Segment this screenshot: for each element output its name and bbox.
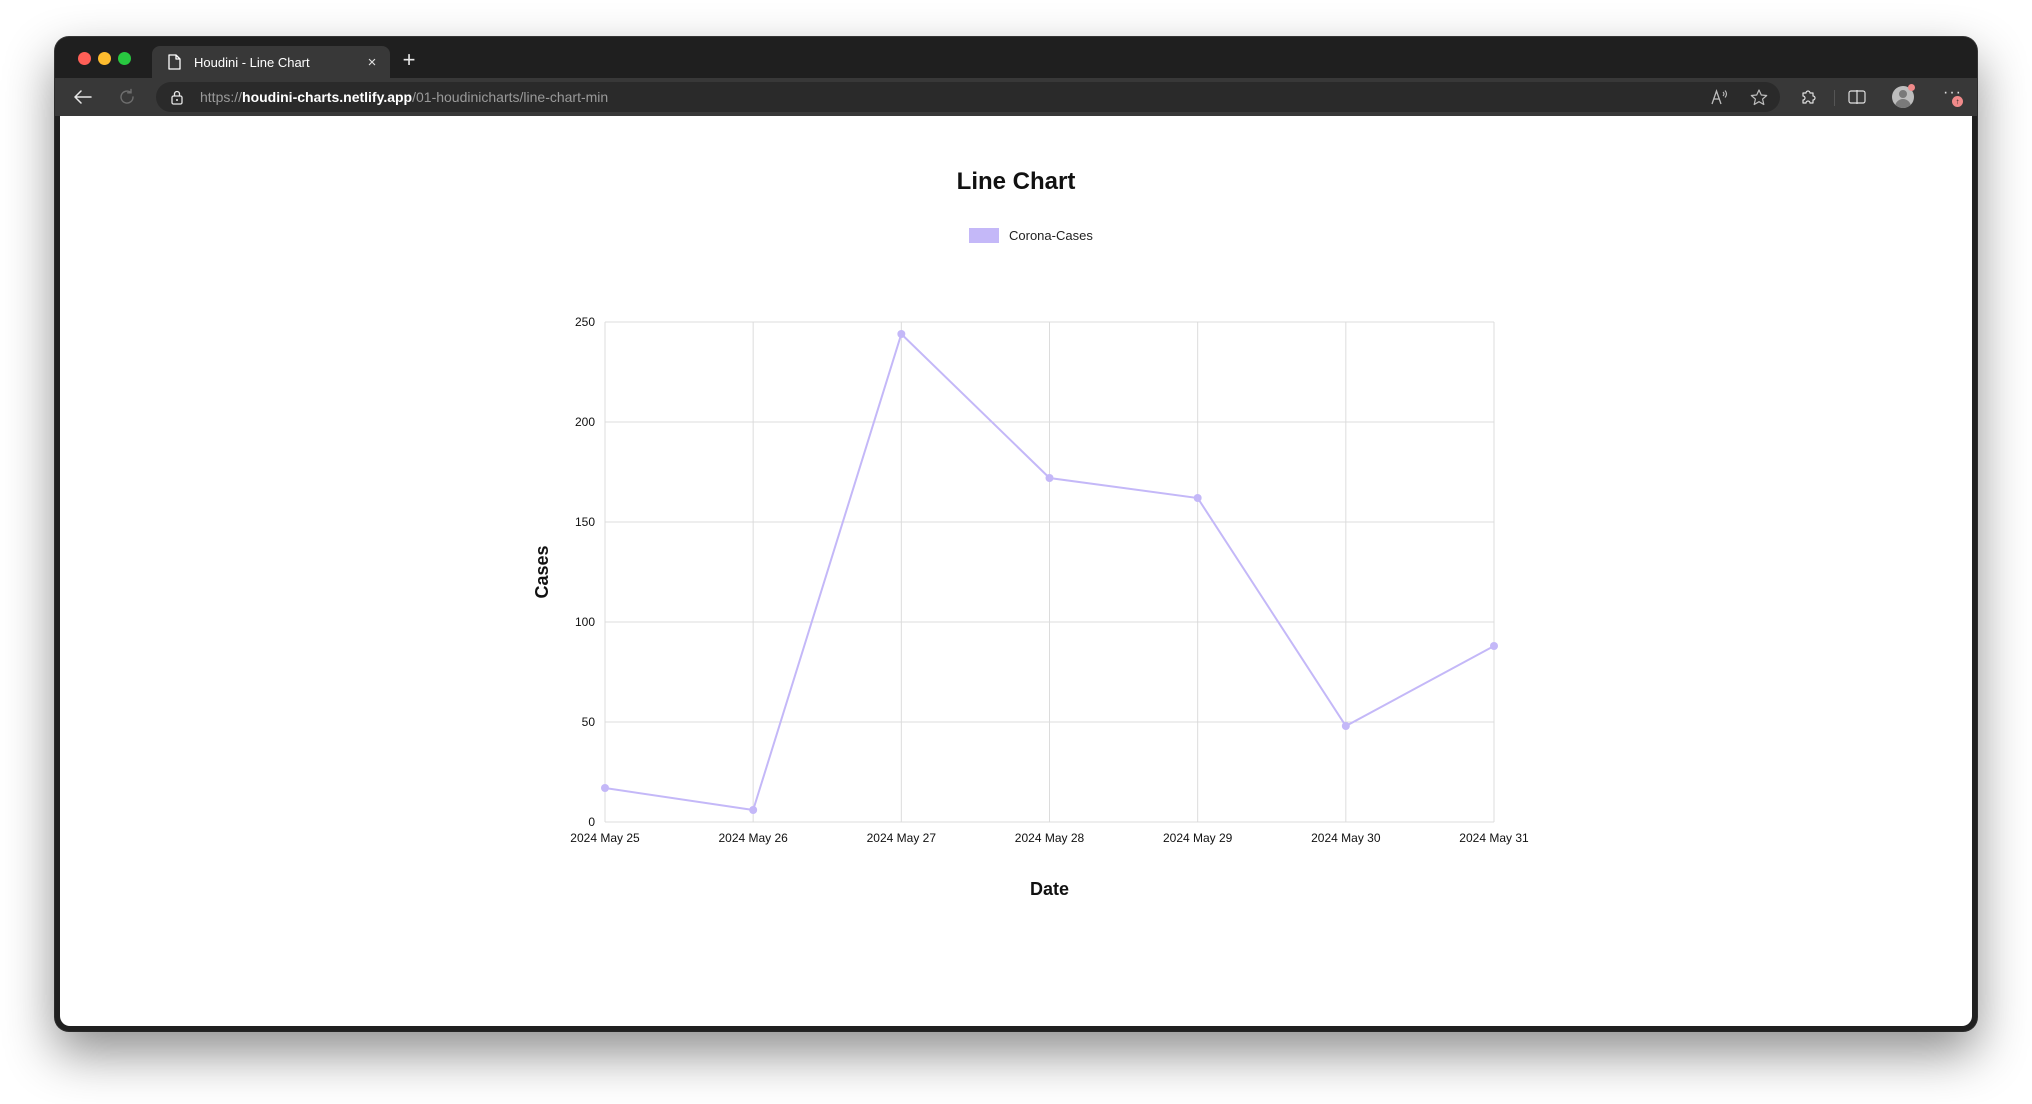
grid-lines: [604, 321, 1495, 823]
new-tab-button[interactable]: +: [397, 49, 421, 73]
browser-window: Houdini - Line Chart × + https://houdini…: [55, 37, 1977, 1031]
y-tick-label: 100: [575, 615, 595, 629]
favorite-star-icon[interactable]: [1748, 87, 1770, 107]
back-icon: [74, 90, 92, 104]
url-scheme: https://: [200, 89, 243, 105]
x-tick-label: 2024 May 27: [867, 831, 937, 845]
update-badge-icon[interactable]: ↑: [1952, 96, 1963, 107]
url-host: houdini-charts.netlify.app: [242, 89, 413, 105]
x-tick-label: 2024 May 26: [718, 831, 788, 845]
data-point[interactable]: [1193, 494, 1202, 502]
y-tick-label: 150: [575, 515, 595, 529]
tab-bar: Houdini - Line Chart × +: [55, 37, 1977, 78]
tab-active[interactable]: Houdini - Line Chart ×: [152, 46, 390, 78]
close-window-button[interactable]: [78, 52, 91, 65]
x-tick-label: 2024 May 31: [1459, 831, 1529, 845]
y-axis-ticks: 0 50 100 150 200 250: [575, 315, 595, 829]
url-text[interactable]: https://houdini-charts.netlify.app/01-ho…: [200, 89, 608, 105]
y-tick-label: 200: [575, 415, 595, 429]
desktop: Houdini - Line Chart × + https://houdini…: [0, 0, 2032, 1104]
extensions-icon[interactable]: [1797, 86, 1821, 108]
maximize-window-button[interactable]: [118, 52, 131, 65]
navigation-toolbar: https://houdini-charts.netlify.app/01-ho…: [55, 78, 1977, 116]
x-tick-label: 2024 May 28: [1015, 831, 1085, 845]
x-tick-label: 2024 May 29: [1163, 831, 1233, 845]
x-tick-label: 2024 May 30: [1311, 831, 1381, 845]
y-tick-label: 250: [575, 315, 595, 329]
document-icon: [166, 53, 182, 71]
url-path: /01-houdinicharts/line-chart-min: [412, 89, 609, 105]
reload-button[interactable]: [113, 84, 141, 110]
y-tick-label: 50: [582, 715, 596, 729]
minimize-window-button[interactable]: [98, 52, 111, 65]
x-axis-ticks: 2024 May 25 2024 May 26 2024 May 27 2024 Ma…: [570, 831, 1529, 845]
back-button[interactable]: [69, 84, 97, 110]
x-axis-title: Date: [1030, 879, 1069, 899]
toolbar-separator: [1834, 90, 1835, 106]
x-tick-label: 2024 May 25: [570, 831, 640, 845]
page-content: Line Chart Corona-Cases 0 50 100 150 200 250 …: [60, 116, 1972, 1026]
profile-notification-dot: [1908, 84, 1915, 91]
tab-close-icon[interactable]: ×: [362, 52, 382, 72]
tab-title: Houdini - Line Chart: [194, 54, 310, 70]
data-point[interactable]: [749, 806, 758, 814]
lock-icon[interactable]: [170, 89, 184, 105]
reload-icon: [120, 88, 134, 104]
line-chart: 050100150200250 2024 May 25 2024 May 26 20…: [532, 315, 1529, 899]
address-bar[interactable]: https://houdini-charts.netlify.app/01-ho…: [156, 82, 1780, 112]
split-screen-icon[interactable]: [1845, 86, 1869, 108]
read-aloud-icon[interactable]: [1709, 87, 1731, 107]
y-axis-title: Cases: [532, 545, 552, 598]
data-point[interactable]: [897, 330, 906, 338]
data-point[interactable]: [1490, 642, 1498, 650]
data-point[interactable]: [1045, 474, 1054, 482]
data-point[interactable]: [601, 784, 609, 792]
y-tick-label: 0: [588, 815, 595, 829]
data-point[interactable]: [1341, 722, 1350, 730]
